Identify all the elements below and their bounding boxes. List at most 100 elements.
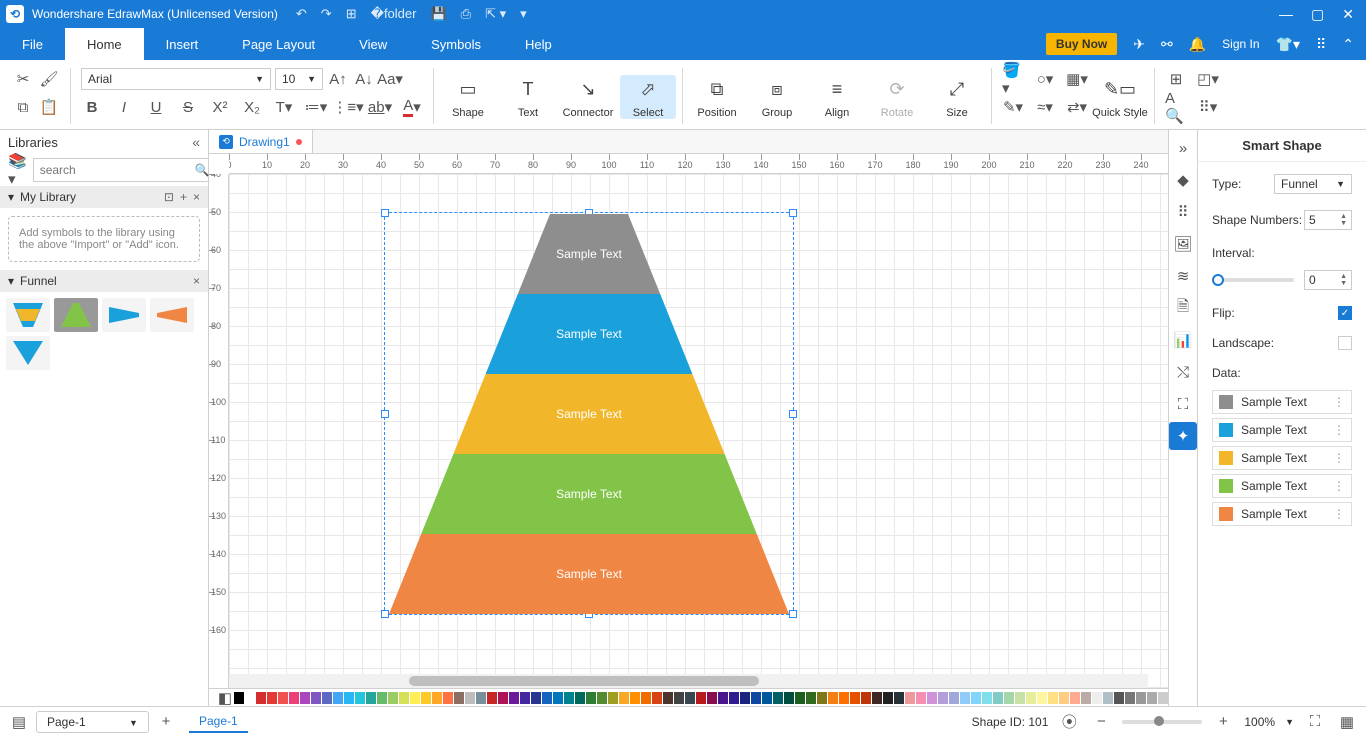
color-swatch[interactable] xyxy=(949,692,959,704)
collapse-ribbon-icon[interactable]: ⌃ xyxy=(1342,36,1354,53)
active-page-tab[interactable]: Page-1 xyxy=(189,711,248,733)
layout-icon[interactable]: ⊞ xyxy=(1165,68,1187,90)
funnel-thumb-1[interactable] xyxy=(6,298,50,332)
open-icon[interactable]: �folder xyxy=(371,6,417,22)
new-icon[interactable]: ⊞ xyxy=(346,6,357,22)
position-tool[interactable]: ⧉Position xyxy=(689,75,745,119)
color-swatch[interactable] xyxy=(883,692,893,704)
funnel-segment-2[interactable]: Sample Text xyxy=(453,374,724,454)
color-swatch[interactable] xyxy=(267,692,277,704)
color-swatch[interactable] xyxy=(355,692,365,704)
line-icon[interactable]: ✎▾ xyxy=(1002,96,1024,118)
data-item-menu-icon[interactable]: ⋮ xyxy=(1333,507,1345,521)
find-icon[interactable]: A🔍 xyxy=(1165,96,1187,118)
add-page-icon[interactable]: + xyxy=(155,711,177,733)
color-swatch[interactable] xyxy=(509,692,519,704)
funnel-thumb-4[interactable] xyxy=(150,298,194,332)
numbering-icon[interactable]: ⋮≡▾ xyxy=(337,96,359,118)
color-swatch[interactable] xyxy=(399,692,409,704)
color-swatch[interactable] xyxy=(960,692,970,704)
color-swatch[interactable] xyxy=(520,692,530,704)
color-swatch[interactable] xyxy=(1125,692,1135,704)
theme-icon[interactable]: ◆ xyxy=(1169,166,1197,194)
color-swatch[interactable] xyxy=(1103,692,1113,704)
color-swatch[interactable] xyxy=(531,692,541,704)
color-swatch[interactable] xyxy=(1081,692,1091,704)
color-swatch[interactable] xyxy=(300,692,310,704)
color-swatch[interactable] xyxy=(729,692,739,704)
line-style-icon[interactable]: ≈▾ xyxy=(1034,96,1056,118)
color-swatch[interactable] xyxy=(828,692,838,704)
buy-now-button[interactable]: Buy Now xyxy=(1046,33,1117,55)
subscript-icon[interactable]: X₂ xyxy=(241,96,263,118)
color-swatch[interactable] xyxy=(377,692,387,704)
color-swatch[interactable] xyxy=(707,692,717,704)
paste-icon[interactable]: 📋 xyxy=(38,96,60,118)
color-swatch[interactable] xyxy=(971,692,981,704)
superscript-icon[interactable]: X² xyxy=(209,96,231,118)
copy-icon[interactable]: ⧉ xyxy=(12,96,34,118)
search-icon[interactable]: 🔍 xyxy=(195,163,210,177)
color-swatch[interactable] xyxy=(322,692,332,704)
data-item-4[interactable]: Sample Text⋮ xyxy=(1212,502,1352,526)
color-swatch[interactable] xyxy=(1114,692,1124,704)
color-swatch[interactable] xyxy=(311,692,321,704)
interval-slider[interactable] xyxy=(1212,278,1294,282)
change-case-icon[interactable]: Aa▾ xyxy=(379,68,401,90)
tab-insert[interactable]: Insert xyxy=(144,28,221,60)
fill-icon[interactable]: 🪣▾ xyxy=(1002,68,1024,90)
canvas[interactable]: Sample TextSample TextSample TextSample … xyxy=(229,174,1168,688)
color-swatch[interactable] xyxy=(1070,692,1080,704)
tab-page-layout[interactable]: Page Layout xyxy=(220,28,337,60)
cut-icon[interactable]: ✂ xyxy=(12,68,34,90)
expand-panel-icon[interactable]: » xyxy=(1169,134,1197,162)
data-item-menu-icon[interactable]: ⋮ xyxy=(1333,479,1345,493)
color-swatch[interactable] xyxy=(1026,692,1036,704)
data-item-0[interactable]: Sample Text⋮ xyxy=(1212,390,1352,414)
page-list-icon[interactable]: ▤ xyxy=(8,711,30,733)
color-swatch[interactable] xyxy=(1136,692,1146,704)
italic-icon[interactable]: I xyxy=(113,96,135,118)
color-swatch[interactable] xyxy=(806,692,816,704)
bold-icon[interactable]: B xyxy=(81,96,103,118)
shape-effects-icon[interactable]: ▦▾ xyxy=(1066,68,1088,90)
qat-more-icon[interactable]: ▾ xyxy=(520,6,527,22)
type-select[interactable]: Funnel▼ xyxy=(1274,174,1352,194)
color-swatch[interactable] xyxy=(718,692,728,704)
arrow-style-icon[interactable]: ⇄▾ xyxy=(1066,96,1088,118)
library-search-input[interactable] xyxy=(40,163,195,177)
color-swatch[interactable] xyxy=(894,692,904,704)
font-color-icon[interactable]: A▾ xyxy=(401,96,423,118)
color-swatch[interactable] xyxy=(938,692,948,704)
color-swatch[interactable] xyxy=(564,692,574,704)
color-swatch[interactable] xyxy=(795,692,805,704)
notifications-icon[interactable]: 🔔 xyxy=(1189,36,1206,53)
maximize-icon[interactable]: ▢ xyxy=(1311,6,1324,23)
tab-view[interactable]: View xyxy=(337,28,409,60)
color-swatch[interactable] xyxy=(850,692,860,704)
color-swatch[interactable] xyxy=(773,692,783,704)
landscape-checkbox[interactable] xyxy=(1338,336,1352,350)
color-swatch[interactable] xyxy=(333,692,343,704)
format-painter-icon[interactable]: 🖌 xyxy=(38,68,60,90)
funnel-section[interactable]: ▾Funnel × xyxy=(0,270,208,292)
tab-home[interactable]: Home xyxy=(65,28,144,60)
color-swatch[interactable] xyxy=(234,692,244,704)
tab-file[interactable]: File xyxy=(0,28,65,60)
fit-width-icon[interactable]: ▦ xyxy=(1336,711,1358,733)
signin-link[interactable]: Sign In xyxy=(1222,37,1259,51)
minimize-icon[interactable]: — xyxy=(1279,6,1293,23)
color-swatch[interactable] xyxy=(641,692,651,704)
color-swatch[interactable] xyxy=(630,692,640,704)
funnel-thumb-5[interactable] xyxy=(6,336,50,370)
text-tool[interactable]: TText xyxy=(500,75,556,119)
chart-icon[interactable]: 📊 xyxy=(1169,326,1197,354)
save-icon[interactable]: 💾 xyxy=(430,6,446,22)
shuffle-icon[interactable]: ⤭ xyxy=(1169,358,1197,386)
tshirt-icon[interactable]: 👕▾ xyxy=(1276,36,1300,53)
color-swatch[interactable] xyxy=(872,692,882,704)
data-item-menu-icon[interactable]: ⋮ xyxy=(1333,423,1345,437)
color-swatch[interactable] xyxy=(388,692,398,704)
layers-icon[interactable]: ≋ xyxy=(1169,262,1197,290)
redo-icon[interactable]: ↷ xyxy=(321,6,332,22)
